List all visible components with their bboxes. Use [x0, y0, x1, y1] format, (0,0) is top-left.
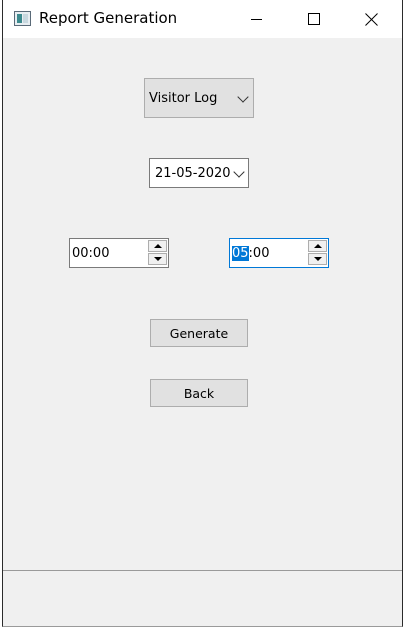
chevron-down-icon: [233, 166, 245, 178]
minimize-icon: [250, 18, 262, 20]
end-time-rest: :00: [248, 246, 270, 261]
app-window-icon: [14, 11, 31, 26]
report-type-value: Visitor Log: [149, 91, 218, 106]
chevron-down-icon: [237, 91, 249, 103]
start-time-spinbox[interactable]: 00:00: [69, 238, 169, 268]
end-time-up-button[interactable]: [308, 240, 327, 252]
arrow-down-icon: [314, 257, 322, 261]
window-title: Report Generation: [39, 9, 178, 27]
arrow-down-icon: [154, 257, 162, 261]
end-time-hours-selected: 05: [232, 246, 249, 261]
arrow-up-icon: [154, 244, 162, 248]
maximize-icon: [308, 13, 320, 25]
generate-button[interactable]: Generate: [150, 319, 248, 347]
start-time-up-button[interactable]: [148, 240, 167, 252]
report-type-dropdown[interactable]: Visitor Log: [144, 78, 254, 118]
start-time-value: 00:00: [72, 246, 110, 261]
end-time-spinbox[interactable]: 05:00: [229, 238, 329, 268]
date-value: 21-05-2020: [155, 166, 231, 181]
close-icon: [365, 12, 379, 26]
report-generation-window: Report Generation Visitor Log 21-05-2020…: [2, 0, 403, 627]
maximize-button[interactable]: [291, 0, 337, 38]
arrow-up-icon: [314, 244, 322, 248]
close-button[interactable]: [349, 0, 395, 38]
end-time-down-button[interactable]: [308, 253, 327, 265]
title-bar[interactable]: Report Generation: [3, 0, 402, 38]
start-time-down-button[interactable]: [148, 253, 167, 265]
minimize-button[interactable]: [233, 0, 279, 38]
back-button[interactable]: Back: [150, 379, 248, 407]
end-time-value: 05:00: [232, 246, 269, 261]
date-picker[interactable]: 21-05-2020: [149, 158, 249, 188]
divider: [3, 570, 402, 571]
